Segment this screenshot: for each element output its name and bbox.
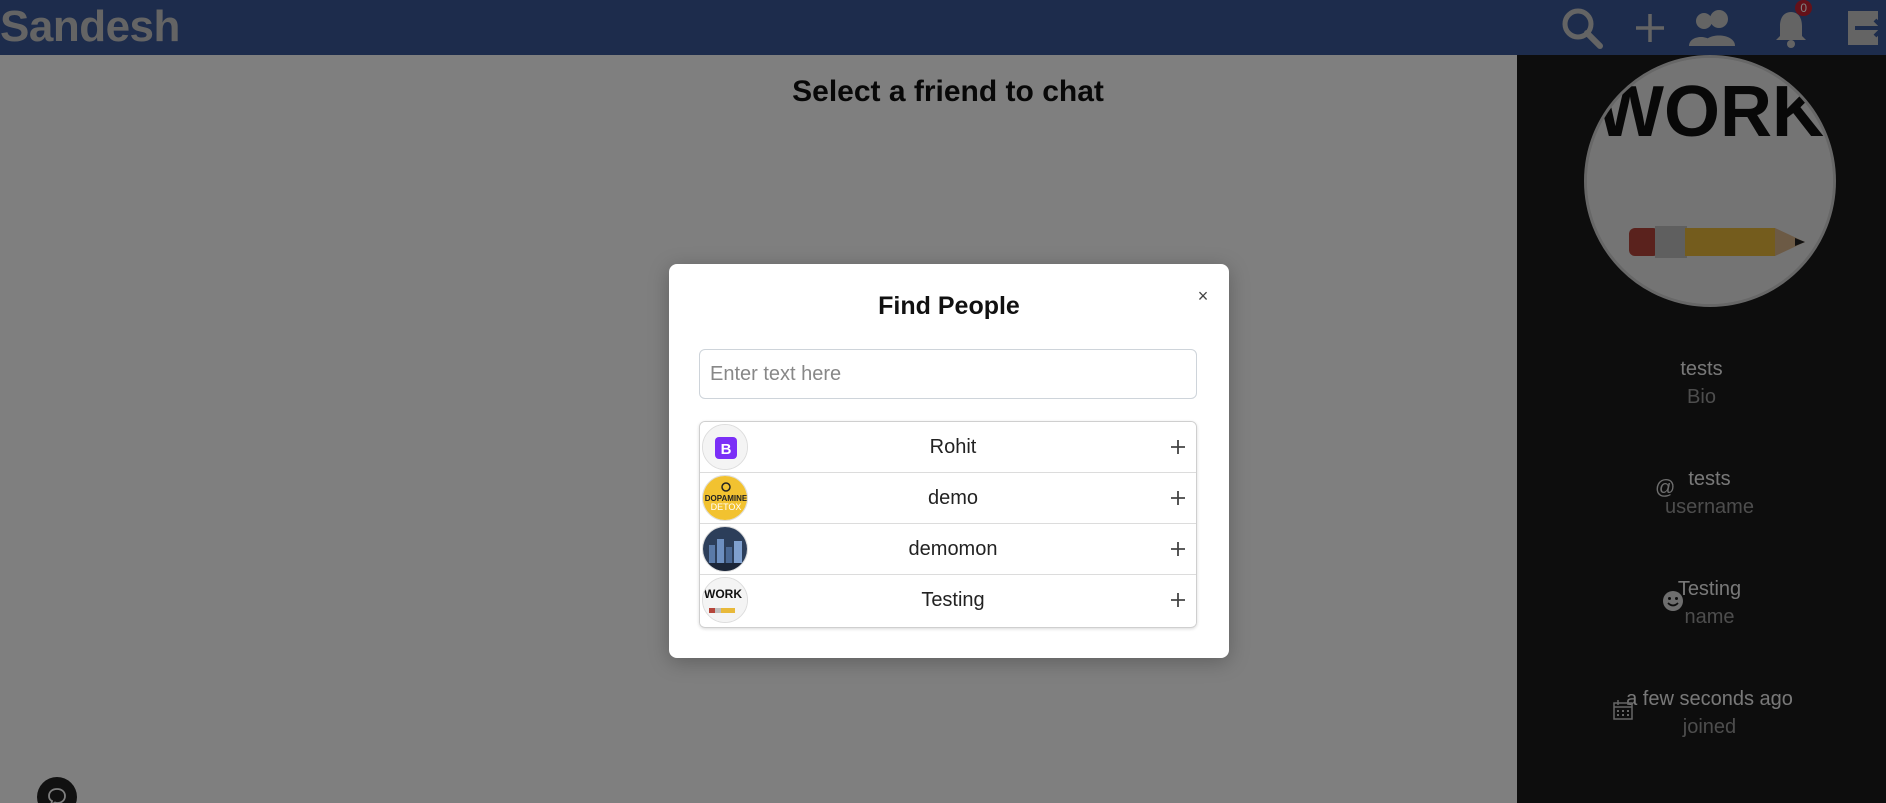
find-people-modal: Find People × B Rohit <box>669 264 1229 658</box>
person-row-demo[interactable]: DOPAMINE DETOX demo <box>700 473 1196 524</box>
plus-icon <box>1171 491 1185 505</box>
close-icon[interactable]: × <box>1193 286 1213 307</box>
people-list: B Rohit DOPAMINE DETOX demo demomon WORK… <box>699 421 1197 628</box>
plus-icon <box>1171 542 1185 556</box>
person-name: demo <box>927 487 979 509</box>
plus-icon <box>1171 440 1185 454</box>
add-friend-button[interactable] <box>1162 481 1194 515</box>
app-root: Sandesh 0 <box>0 0 1886 803</box>
person-name: demomon <box>908 538 998 560</box>
people-search-input[interactable] <box>699 349 1197 399</box>
add-friend-button[interactable] <box>1162 430 1194 464</box>
avatar-text: B <box>721 441 732 458</box>
add-friend-button[interactable] <box>1162 532 1194 566</box>
avatar <box>702 526 748 572</box>
avatar-text: DETOX <box>711 502 742 512</box>
add-friend-button[interactable] <box>1162 583 1194 617</box>
avatar-text: WORK <box>704 587 742 601</box>
plus-icon <box>1171 593 1185 607</box>
modal-title: Find People <box>878 292 1020 320</box>
person-name: Rohit <box>929 436 977 458</box>
person-row-rohit[interactable]: B Rohit <box>700 422 1196 473</box>
person-name: Testing <box>921 589 985 611</box>
avatar: WORK <box>702 577 748 623</box>
avatar: B <box>702 424 748 470</box>
person-row-testing[interactable]: WORK Testing <box>700 575 1196 626</box>
avatar: DOPAMINE DETOX <box>702 475 748 521</box>
person-row-demomon[interactable]: demomon <box>700 524 1196 575</box>
